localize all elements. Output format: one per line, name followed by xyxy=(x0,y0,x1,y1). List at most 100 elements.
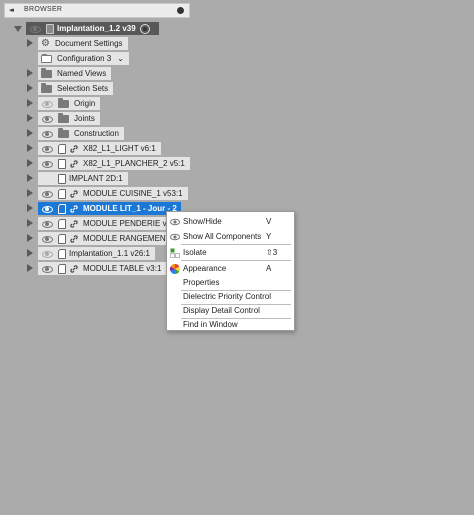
tree-item-label: MODULE CUISINE_1 v53:1 xyxy=(83,189,183,198)
expander-module-penderie[interactable] xyxy=(27,219,33,227)
tree-item-label: MODULE RANGEMENT_ xyxy=(83,234,166,243)
expander-named-views[interactable] xyxy=(27,69,33,77)
color-wheel-icon xyxy=(170,263,180,274)
tree-item-implantation-11[interactable]: Implantation_1.1 v26:1 xyxy=(38,247,155,260)
expander-implantation-11[interactable] xyxy=(27,249,33,257)
component-icon xyxy=(58,233,66,244)
expander-construction[interactable] xyxy=(27,129,33,137)
tree-item-implant-2d[interactable]: IMPLANT 2D:1 xyxy=(38,172,128,185)
folder-icon xyxy=(58,127,69,138)
menu-item-appearance[interactable]: Appearance A xyxy=(167,262,294,275)
tree-item-module-penderie[interactable]: MODULE PENDERIE v23 xyxy=(38,217,166,230)
expander-module-rangement[interactable] xyxy=(27,234,33,242)
activate-radio-icon[interactable] xyxy=(139,23,150,34)
link-icon xyxy=(70,189,78,198)
visibility-eye-icon[interactable] xyxy=(41,220,53,228)
folder-icon xyxy=(58,112,69,123)
visibility-eye-icon[interactable] xyxy=(41,115,53,123)
shortcut-label: ⇧3 xyxy=(266,248,278,257)
shortcut-label: Y xyxy=(266,232,272,241)
visibility-eye-icon[interactable] xyxy=(41,145,53,153)
tree-item-label: Document Settings xyxy=(54,39,123,48)
configuration-dropdown[interactable]: Configuration 3 ⌄ xyxy=(38,52,129,65)
visibility-eye-icon[interactable] xyxy=(41,160,53,168)
tree-item-origin[interactable]: Origin xyxy=(38,97,101,110)
visibility-eye-icon[interactable] xyxy=(41,265,53,273)
component-icon xyxy=(58,158,66,169)
component-icon xyxy=(58,248,66,259)
link-icon xyxy=(70,159,78,168)
component-icon xyxy=(58,218,66,229)
menu-item-display-detail-control[interactable]: Display Detail Control xyxy=(167,304,294,317)
component-icon xyxy=(58,173,66,184)
menu-item-show-all-components[interactable]: Show All Components Y xyxy=(167,230,294,243)
tree-item-module-lit[interactable]: MODULE LIT_1 - Jour - 2 xyxy=(38,202,181,215)
tree-item-module-rangement[interactable]: MODULE RANGEMENT_ xyxy=(38,232,166,245)
isolate-icon xyxy=(170,248,180,258)
tree-item-x82-light[interactable]: X82_L1_LIGHT v6:1 xyxy=(38,142,161,155)
shortcut-label: V xyxy=(266,217,272,226)
eye-icon xyxy=(170,232,180,242)
tree-item-joints[interactable]: Joints xyxy=(38,112,100,125)
collapse-panel-icon[interactable]: ◂◂ xyxy=(9,6,14,14)
table-icon xyxy=(41,53,52,63)
menu-item-dielectric-priority-control[interactable]: Dielectric Priority Control xyxy=(167,290,294,303)
component-icon xyxy=(58,263,66,274)
visibility-eye-icon[interactable] xyxy=(41,130,53,138)
visibility-eye-icon[interactable] xyxy=(29,25,41,33)
menu-item-show-hide[interactable]: Show/Hide V xyxy=(167,215,294,228)
tree-item-named-views[interactable]: Named Views xyxy=(38,67,112,80)
folder-icon xyxy=(41,67,52,78)
visibility-eye-icon[interactable] xyxy=(41,250,53,258)
expander-module-lit[interactable] xyxy=(27,204,33,212)
gear-icon: ⚙ xyxy=(41,37,50,49)
expander-root[interactable] xyxy=(14,26,22,32)
expander-implant-2d[interactable] xyxy=(27,174,33,182)
tree-item-label: Selection Sets xyxy=(57,84,109,93)
link-icon xyxy=(70,234,78,243)
expander-x82-light[interactable] xyxy=(27,144,33,152)
visibility-eye-icon[interactable] xyxy=(41,235,53,243)
expander-origin[interactable] xyxy=(27,99,33,107)
chevron-down-icon[interactable]: ⌄ xyxy=(117,54,124,63)
tree-item-label: Construction xyxy=(74,129,119,138)
link-icon xyxy=(70,219,78,228)
menu-item-isolate[interactable]: Isolate ⇧3 xyxy=(167,246,294,259)
visibility-eye-icon[interactable] xyxy=(41,100,53,108)
expander-joints[interactable] xyxy=(27,114,33,122)
expander-selection-sets[interactable] xyxy=(27,84,33,92)
tree-item-document-settings[interactable]: ⚙ Document Settings xyxy=(38,37,128,50)
expander-module-table[interactable] xyxy=(27,264,33,272)
component-icon xyxy=(58,203,66,214)
tree-item-selection-sets[interactable]: Selection Sets xyxy=(38,82,114,95)
pin-icon[interactable] xyxy=(177,7,184,14)
tree-item-label: MODULE TABLE v3:1 xyxy=(83,264,162,273)
component-icon xyxy=(58,143,66,154)
menu-separator xyxy=(181,244,291,245)
root-label: Implantation_1.2 v39 xyxy=(57,24,136,33)
browser-title: BROWSER xyxy=(24,6,63,13)
visibility-eye-icon[interactable] xyxy=(41,190,53,198)
configuration-label: Configuration 3 xyxy=(57,54,112,63)
browser-header: ◂◂ BROWSER xyxy=(4,3,190,18)
menu-item-find-in-window[interactable]: Find in Window xyxy=(167,318,294,331)
link-icon xyxy=(70,204,78,213)
tree-root[interactable]: Implantation_1.2 v39 xyxy=(26,22,159,35)
tree-item-label: MODULE LIT_1 - Jour - 2 xyxy=(83,204,177,213)
tree-item-label: MODULE PENDERIE v23 xyxy=(83,219,166,228)
tree-item-module-cuisine[interactable]: MODULE CUISINE_1 v53:1 xyxy=(38,187,188,200)
component-icon xyxy=(58,188,66,199)
tree-item-label: Joints xyxy=(74,114,95,123)
tree-item-x82-plancher[interactable]: X82_L1_PLANCHER_2 v5:1 xyxy=(38,157,190,170)
eye-icon xyxy=(170,217,180,227)
expander-module-cuisine[interactable] xyxy=(27,189,33,197)
menu-item-properties[interactable]: Properties xyxy=(167,276,294,289)
tree-item-module-table[interactable]: MODULE TABLE v3:1 xyxy=(38,262,167,275)
tree-item-construction[interactable]: Construction xyxy=(38,127,124,140)
expander-x82-plancher[interactable] xyxy=(27,159,33,167)
shortcut-label: A xyxy=(266,264,272,273)
visibility-eye-icon[interactable] xyxy=(41,205,53,213)
tree-item-label: IMPLANT 2D:1 xyxy=(69,174,123,183)
expander-document-settings[interactable] xyxy=(27,39,33,47)
folder-icon xyxy=(41,82,52,93)
